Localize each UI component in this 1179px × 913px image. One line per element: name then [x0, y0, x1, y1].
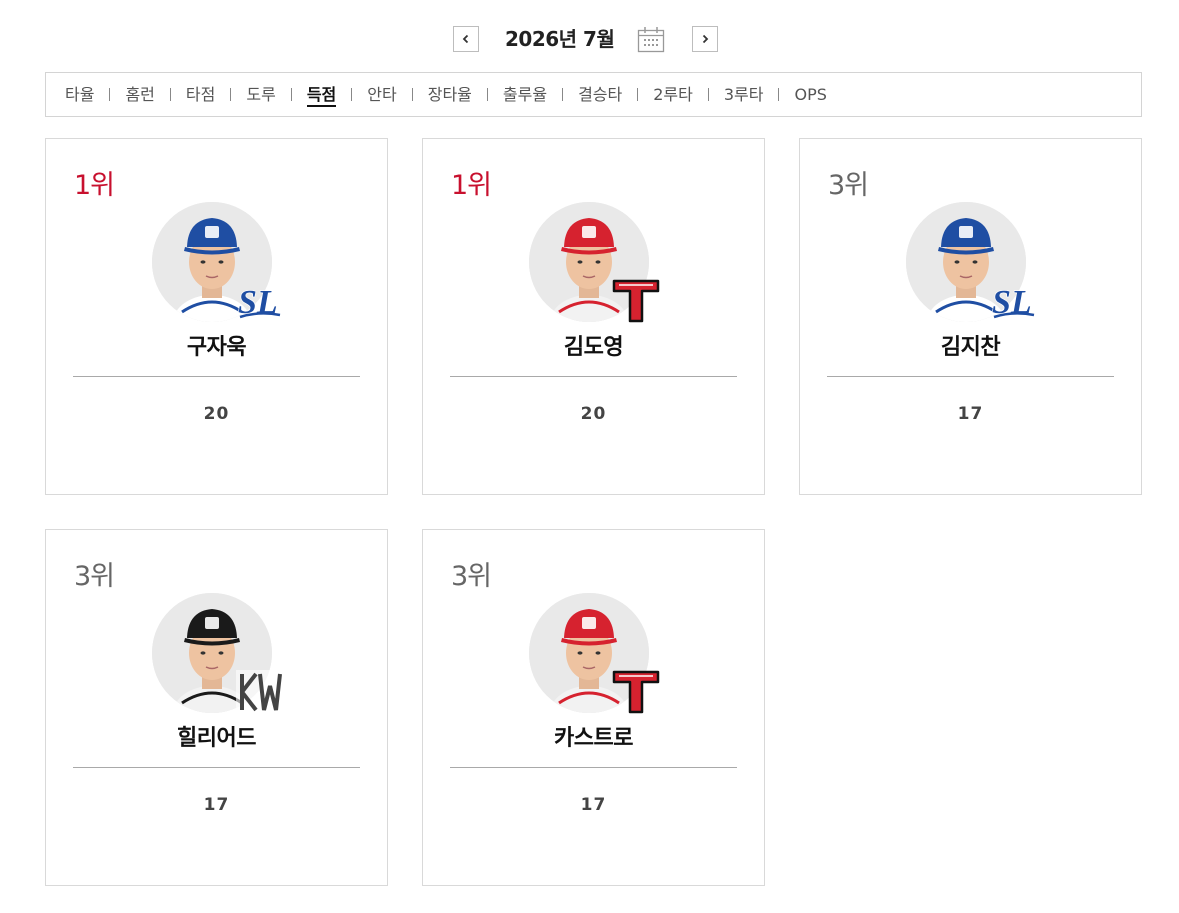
player-name: 카스트로	[554, 726, 633, 751]
tab-5[interactable]: 득점	[306, 85, 337, 107]
player-card[interactable]: 1위 SL 구자욱 20	[45, 138, 388, 495]
tab-10[interactable]: 2루타	[653, 85, 693, 105]
tab-separator	[778, 88, 780, 101]
tab-separator	[486, 88, 488, 101]
divider	[827, 376, 1114, 377]
player-card[interactable]: 3위 SL 김지찬 17	[799, 138, 1142, 495]
tab-separator	[707, 88, 709, 101]
tab-separator	[230, 88, 232, 101]
next-month-button[interactable]	[692, 26, 718, 52]
tab-8[interactable]: 출루율	[503, 85, 547, 105]
chevron-left-icon	[462, 34, 469, 44]
stat-value: 17	[957, 404, 984, 424]
tab-9[interactable]: 결승타	[578, 85, 622, 105]
player-card[interactable]: 3위카스트로 17	[422, 529, 765, 886]
player-name: 김도영	[563, 335, 624, 360]
tab-separator	[637, 88, 639, 101]
player-card[interactable]: 3위힐리어드 17	[45, 529, 388, 886]
stat-value: 20	[580, 404, 607, 424]
samsung-lions-logo: SL	[988, 275, 1038, 325]
player-name: 힐리어드	[177, 726, 256, 751]
player-name: 김지찬	[940, 335, 1001, 360]
divider	[73, 767, 360, 768]
month-navigator: 2026년 7월	[0, 26, 1179, 54]
tab-7[interactable]: 장타율	[428, 85, 472, 105]
player-rank: 3위	[828, 170, 869, 201]
tab-separator	[290, 88, 292, 101]
chevron-right-icon	[702, 34, 709, 44]
tab-4[interactable]: 도루	[246, 85, 275, 105]
kt-wiz-logo	[234, 666, 284, 716]
tab-6[interactable]: 안타	[367, 85, 396, 105]
player-name: 구자욱	[186, 335, 247, 360]
tab-separator	[169, 88, 171, 101]
divider	[450, 376, 737, 377]
divider	[450, 767, 737, 768]
kia-tigers-logo	[611, 666, 661, 716]
tab-separator	[109, 88, 111, 101]
stat-value: 17	[580, 795, 607, 815]
month-title: 2026년 7월	[505, 27, 615, 51]
tab-3[interactable]: 타점	[186, 85, 215, 105]
tab-1[interactable]: 타율	[65, 85, 94, 105]
samsung-lions-logo: SL	[234, 275, 284, 325]
stat-value: 17	[203, 795, 230, 815]
stat-tabs: 타율 홈런 타점 도루 득점 안타 장타율 출루율 결승타 2루타 3루타 OPS	[45, 72, 1142, 117]
player-rank: 1위	[451, 170, 492, 201]
player-rank: 1위	[74, 170, 115, 201]
tab-11[interactable]: 3루타	[724, 85, 764, 105]
kia-tigers-logo	[611, 275, 661, 325]
tab-separator	[351, 88, 353, 101]
tab-2[interactable]: 홈런	[125, 85, 154, 105]
stat-value: 20	[203, 404, 230, 424]
divider	[73, 376, 360, 377]
tab-separator	[411, 88, 413, 101]
tab-separator	[562, 88, 564, 101]
player-rank: 3위	[451, 561, 492, 592]
tab-12[interactable]: OPS	[794, 85, 826, 105]
prev-month-button[interactable]	[453, 26, 479, 52]
calendar-icon[interactable]	[637, 26, 665, 53]
player-card[interactable]: 1위김도영 20	[422, 138, 765, 495]
player-rank: 3위	[74, 561, 115, 592]
